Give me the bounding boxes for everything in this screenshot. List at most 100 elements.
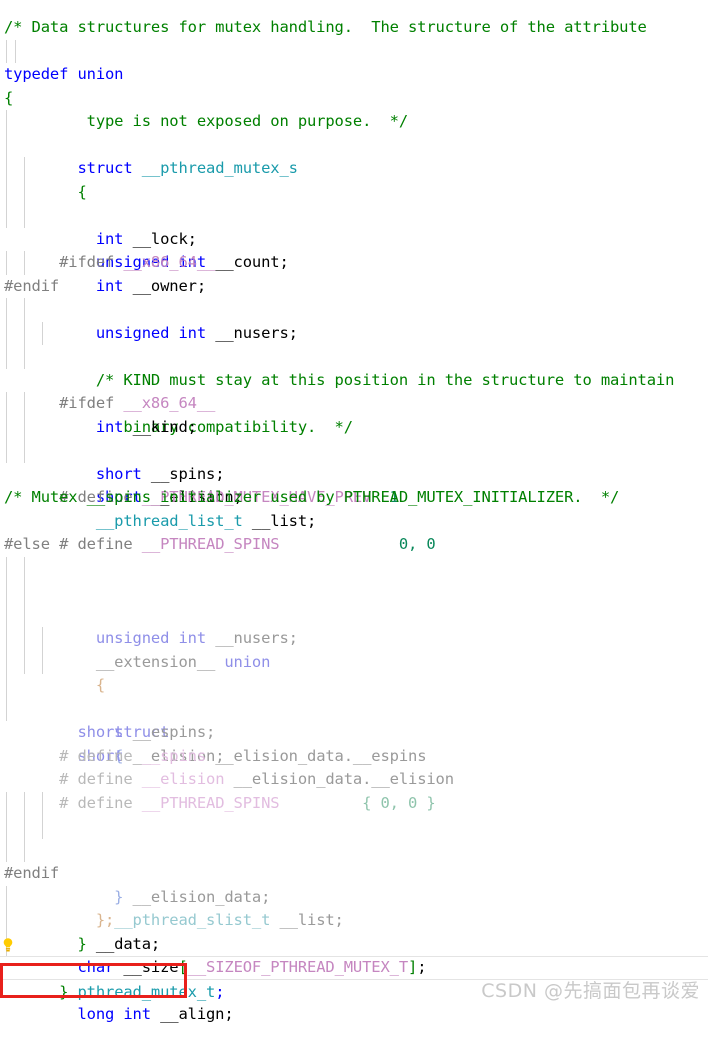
code-line[interactable]: #else (0, 533, 708, 557)
indent-guide (24, 204, 25, 228)
indent-guide (6, 674, 7, 698)
code-line[interactable]: { (0, 87, 708, 111)
code-line-inactive[interactable]: __extension__ union (0, 580, 708, 671)
indent-guide (6, 251, 7, 275)
indent-guide (24, 392, 25, 416)
code-line[interactable]: binary compatibility. */ (0, 321, 708, 436)
code-line-inactive[interactable]: __pthread_slist_t __list; (0, 815, 708, 929)
code-line[interactable]: /* Mutex __spins initializer used by PTH… (0, 486, 708, 510)
indent-guide (6, 321, 7, 345)
code-editor-view[interactable]: /* Data structures for mutex handling. T… (0, 0, 708, 1023)
code-line[interactable]: typedef union (0, 63, 708, 87)
indent-guide (6, 556, 7, 580)
code-line[interactable]: /* KIND must stay at this position in th… (0, 298, 708, 389)
code-token-bracket: { (4, 88, 14, 107)
indent-guide (6, 815, 7, 839)
indent-guide (6, 204, 7, 228)
indent-guide (6, 110, 7, 134)
code-token-type: pthread_mutex_t (68, 982, 216, 1001)
indent-guide (6, 885, 7, 909)
indent-guide (6, 439, 7, 463)
code-line[interactable]: short __spins; (0, 392, 708, 483)
code-line[interactable]: #ifdef __x86_64__ (0, 369, 708, 412)
code-line[interactable]: char __size[__SIZEOF_PTHREAD_MUTEX_T]; (0, 909, 708, 976)
indent-guide (42, 650, 43, 674)
indent-guide (6, 603, 7, 627)
code-line[interactable]: # define __PTHREAD_MUTEX_HAVE_PREV 1 (0, 463, 708, 506)
code-token-identifier: __align; (160, 1005, 234, 1023)
code-line[interactable]: int __kind; (0, 345, 708, 436)
indent-guide (6, 345, 7, 369)
code-line[interactable]: int __owner; (0, 204, 708, 295)
indent-guide (6, 838, 7, 862)
indent-guide (24, 650, 25, 674)
indent-guide (42, 321, 43, 345)
code-line-inactive[interactable]: # define __elision __elision_data.__elis… (0, 745, 708, 788)
code-token-preprocessor: #endif (4, 276, 60, 295)
indent-guide (6, 697, 7, 721)
indent-guide (24, 603, 25, 627)
code-line[interactable]: } __data; (0, 885, 708, 953)
indent-guide (24, 627, 25, 651)
code-token-comment: /* Data structures for mutex handling. T… (4, 18, 647, 36)
code-line-inactive[interactable]: unsigned int __nusers; (0, 556, 708, 647)
code-line[interactable]: __pthread_list_t __list; (0, 439, 708, 530)
code-line[interactable]: unsigned int __count; (0, 180, 708, 271)
csdn-watermark: CSDN @先搞面包再谈爱 (481, 980, 700, 1002)
code-line[interactable]: #endif (0, 275, 708, 299)
indent-guide (24, 251, 25, 275)
indent-guide (24, 580, 25, 604)
code-line[interactable]: #endif (0, 862, 708, 886)
code-line[interactable]: #ifdef __x86_64__ (0, 228, 708, 271)
code-line-inactive[interactable]: { (0, 603, 708, 694)
indent-guide (24, 838, 25, 862)
code-content[interactable]: /* Data structures for mutex handling. T… (0, 16, 708, 1023)
indent-guide (42, 815, 43, 839)
indent-guide (15, 39, 16, 63)
code-token-keyword: typedef union (4, 65, 124, 83)
indent-guide (24, 439, 25, 463)
indent-guide (6, 791, 7, 815)
code-line[interactable]: { (0, 133, 708, 201)
indent-guide (24, 791, 25, 815)
indent-guide (6, 392, 7, 416)
code-line-inactive[interactable]: }; (0, 838, 708, 929)
indent-guide (24, 815, 25, 839)
indent-guide (24, 321, 25, 345)
code-line[interactable]: # define __PTHREAD_SPINS 0, 0 (0, 510, 708, 553)
code-token-preprocessor: #endif (4, 864, 60, 882)
code-token-comment: /* Mutex __spins initializer used by PTH… (4, 488, 620, 506)
code-line[interactable]: short __elision; (0, 415, 708, 506)
indent-guide (6, 909, 7, 933)
code-line-inactive[interactable]: # define __PTHREAD_SPINS { 0, 0 } (0, 768, 708, 812)
code-line[interactable]: /* Data structures for mutex handling. T… (0, 16, 708, 40)
indent-guide (24, 345, 25, 369)
indent-guide (24, 157, 25, 181)
indent-guide (24, 298, 25, 322)
code-token-keyword: long int (59, 1005, 161, 1023)
indent-guide (24, 415, 25, 439)
code-token-identifier: ; (215, 982, 225, 1001)
code-line-inactive[interactable]: # define __spins __elision_data.__espins (0, 721, 708, 765)
code-line[interactable]: long int __align; (0, 932, 708, 1023)
code-line[interactable]: type is not exposed on purpose. */ (0, 39, 708, 130)
code-line-inactive[interactable]: } __elision_data; (0, 791, 708, 906)
indent-guide (6, 39, 7, 63)
indent-guide (42, 791, 43, 815)
code-line-inactive[interactable]: short __espins; (0, 674, 708, 741)
indent-guide (6, 298, 7, 322)
code-line[interactable]: int __lock; (0, 157, 708, 248)
code-line-inactive[interactable]: short __elision; (0, 697, 708, 765)
indent-guide (24, 556, 25, 580)
indent-guide (6, 415, 7, 439)
code-line[interactable]: unsigned int __nusers; (0, 251, 708, 342)
code-line-inactive[interactable]: struct (0, 627, 708, 741)
code-line-inactive[interactable]: { (0, 650, 708, 765)
lightbulb-icon[interactable] (1, 937, 15, 953)
indent-guide (6, 627, 7, 651)
code-token-preprocessor: #else (4, 535, 50, 553)
indent-guide (24, 180, 25, 204)
indent-guide (6, 650, 7, 674)
code-token-bracket: } (59, 982, 69, 1001)
code-line[interactable]: struct __pthread_mutex_s (0, 110, 708, 177)
